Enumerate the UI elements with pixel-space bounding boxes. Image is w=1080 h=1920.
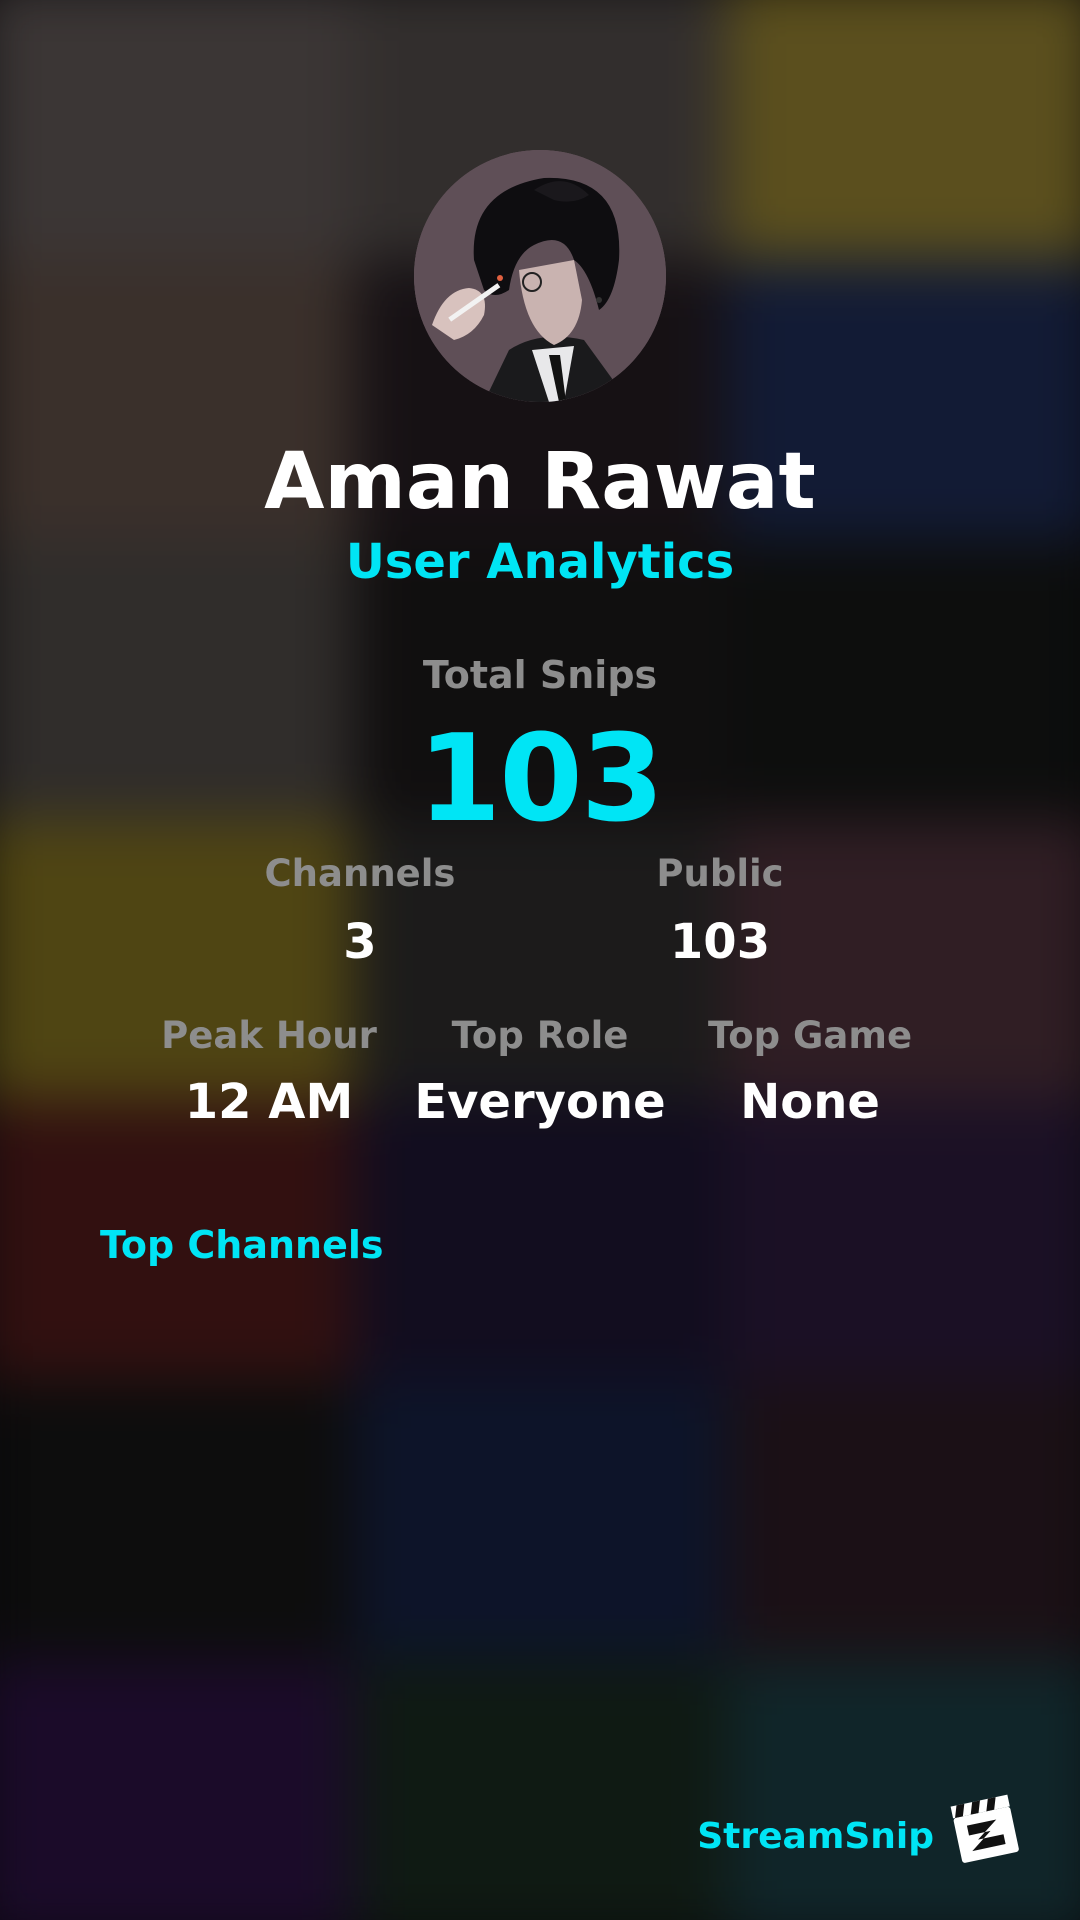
user-avatar-illustration-icon: [414, 150, 666, 402]
user-name: Aman Rawat: [264, 437, 816, 527]
page-subtitle: User Analytics: [345, 534, 735, 590]
channels-label: Channels: [264, 852, 456, 895]
total-snips-label: Total Snips: [422, 653, 658, 697]
top-game-label: Top Game: [707, 1014, 913, 1057]
public-label: Public: [656, 852, 784, 895]
analytics-card: Aman Rawat User Analytics Total Snips 10…: [0, 0, 1080, 1920]
public-value: 103: [669, 914, 771, 970]
channels-value: 3: [343, 914, 377, 970]
avatar: [414, 150, 666, 402]
top-game-value: None: [740, 1074, 880, 1130]
clapperboard-icon: [946, 1790, 1024, 1868]
total-snips-value: 103: [417, 710, 665, 849]
brand-name: StreamSnip: [697, 1816, 934, 1857]
top-channels-heading: Top Channels: [100, 1223, 384, 1267]
